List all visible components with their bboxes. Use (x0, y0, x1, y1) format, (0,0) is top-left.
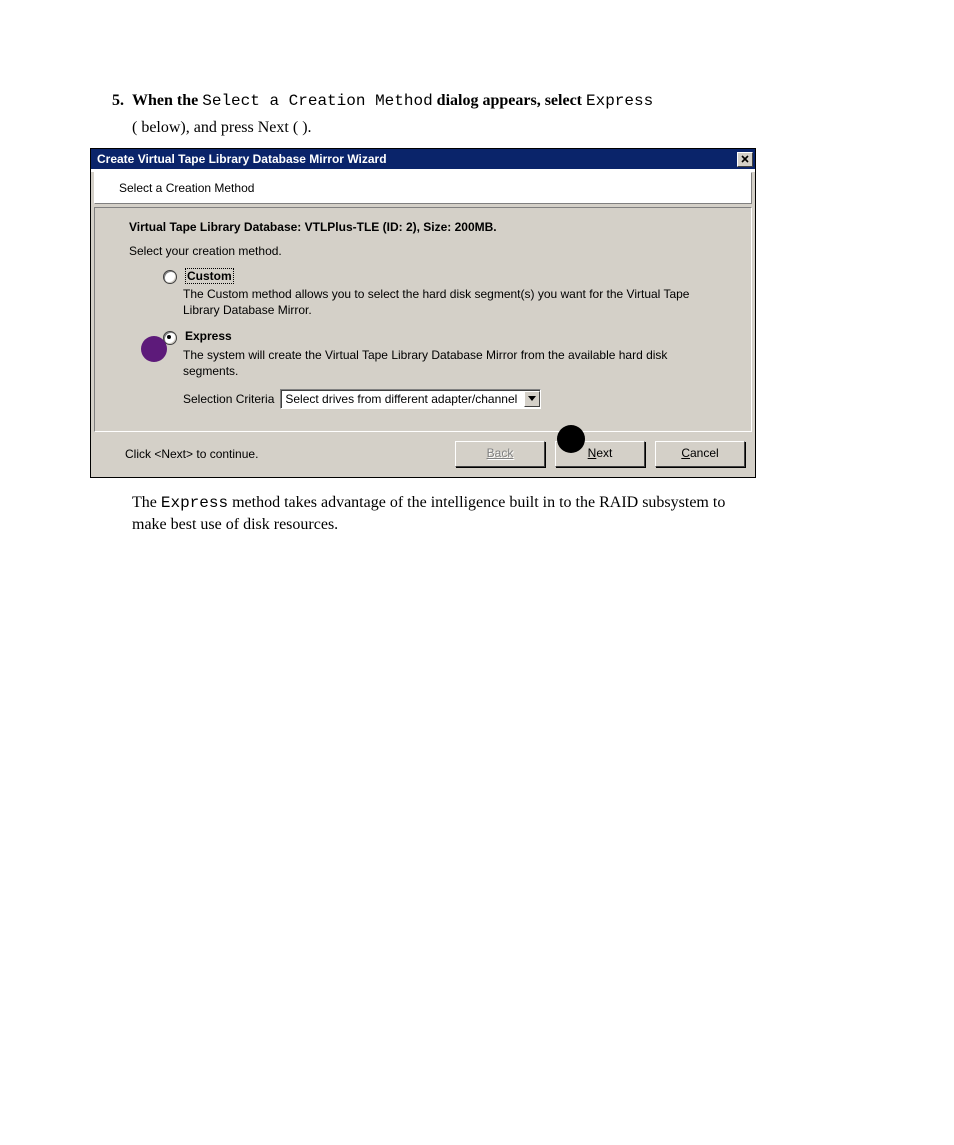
radio-label-custom: Custom (185, 268, 234, 284)
selection-criteria-dropdown[interactable]: Select drives from different adapter/cha… (280, 389, 541, 409)
radio-desc-express: The system will create the Virtual Tape … (183, 347, 703, 379)
step-text-line2: ( below), and press Next ( ). (132, 117, 864, 139)
step-5: 5. When the Select a Creation Method dia… (90, 90, 864, 113)
back-button: Back (455, 441, 545, 467)
wizard-footer-text: Click <Next> to continue. (125, 447, 445, 461)
selection-criteria-row: Selection Criteria Select drives from di… (183, 389, 737, 409)
wizard-dialog: Create Virtual Tape Library Database Mir… (90, 148, 756, 478)
wizard-footer: Click <Next> to continue. Back Next Canc… (91, 435, 755, 477)
wizard-subheader: Select a Creation Method (94, 172, 752, 204)
annotation-marker-express (141, 336, 167, 362)
close-icon[interactable] (737, 152, 753, 167)
explanation-paragraph: The Express method takes advantage of th… (132, 492, 752, 537)
panel-heading: Virtual Tape Library Database: VTLPlus-T… (129, 220, 737, 234)
titlebar: Create Virtual Tape Library Database Mir… (91, 149, 755, 169)
wizard-inner-panel: Virtual Tape Library Database: VTLPlus-T… (94, 207, 752, 432)
radio-option-custom[interactable]: Custom (163, 268, 737, 284)
panel-instruction: Select your creation method. (129, 244, 737, 258)
cancel-button[interactable]: Cancel (655, 441, 745, 467)
dropdown-value: Select drives from different adapter/cha… (281, 392, 524, 406)
radio-icon[interactable] (163, 270, 177, 284)
step-text-line1: When the Select a Creation Method dialog… (132, 90, 653, 113)
chevron-down-icon[interactable] (524, 391, 540, 407)
radio-label-express: Express (185, 329, 232, 343)
radio-option-express[interactable]: Express (163, 329, 737, 345)
titlebar-text: Create Virtual Tape Library Database Mir… (97, 152, 737, 166)
annotation-marker-next (557, 425, 585, 453)
selection-criteria-label: Selection Criteria (183, 392, 274, 406)
radio-desc-custom: The Custom method allows you to select t… (183, 286, 703, 318)
step-number: 5. (90, 92, 132, 110)
